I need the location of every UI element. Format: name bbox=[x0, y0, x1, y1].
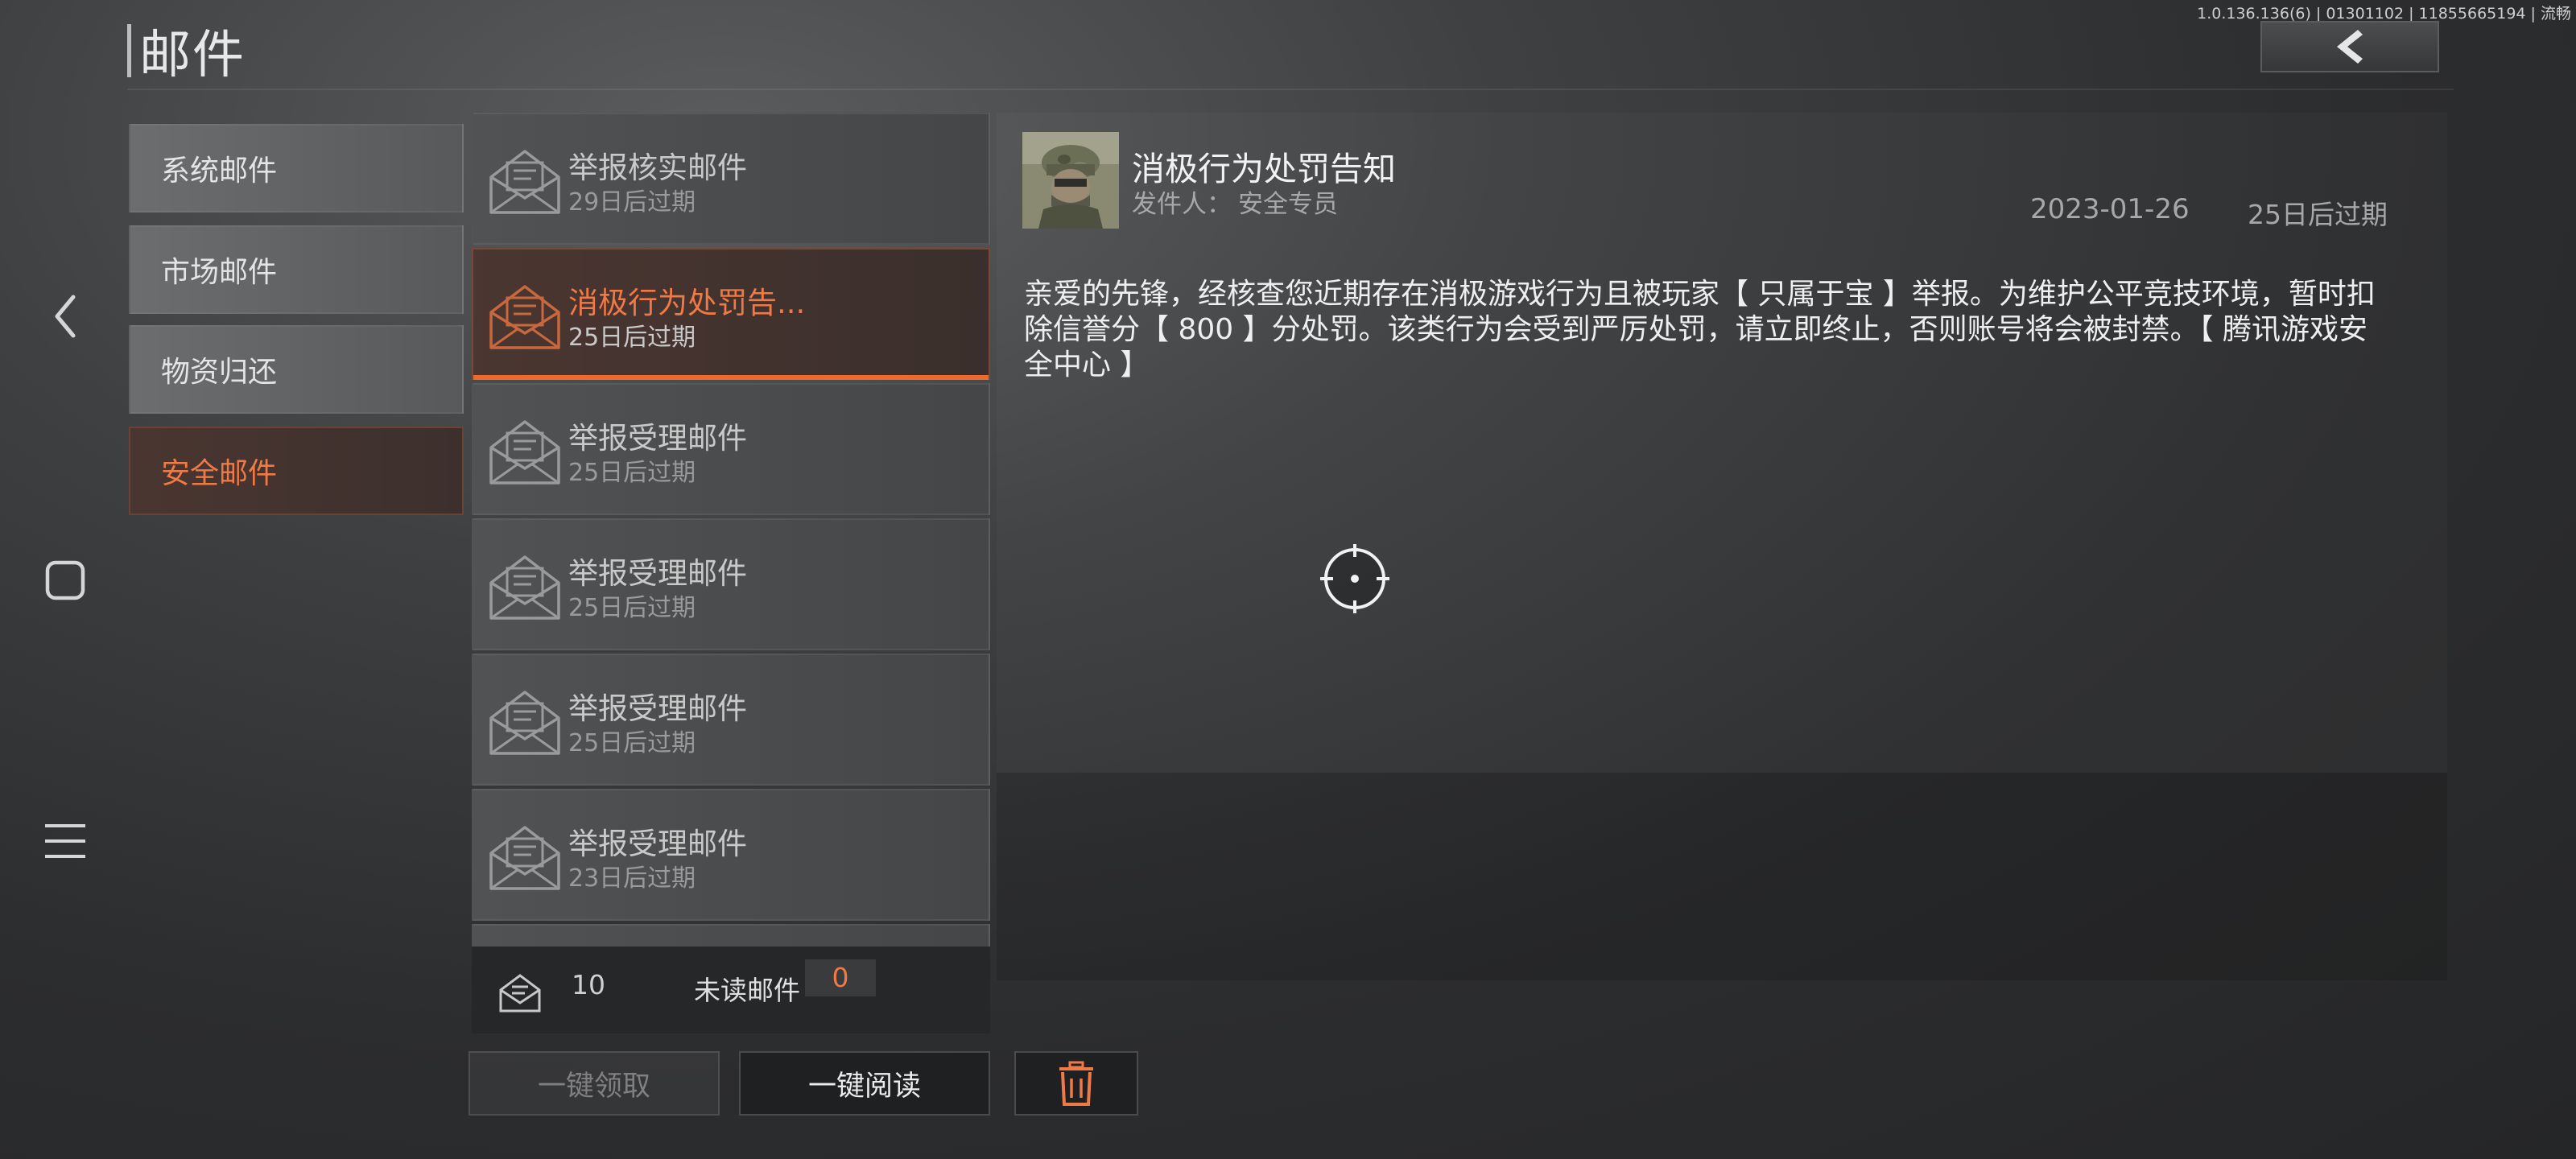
back-button[interactable] bbox=[2260, 21, 2439, 72]
mail-sender: 发件人： 安全专员 bbox=[1132, 184, 1338, 220]
mail-expiry: 23日后过期 bbox=[568, 864, 696, 893]
total-mail-count: 10 bbox=[572, 969, 605, 1000]
page-title: 邮件 bbox=[139, 26, 246, 85]
header-divider bbox=[127, 89, 2454, 90]
category-market-mail[interactable]: 市场邮件 bbox=[129, 225, 464, 314]
mail-body: 亲爱的先锋，经核查您近期存在消极游戏行为且被玩家【 只属于宝 】举报。为维护公平… bbox=[1024, 278, 2376, 382]
mail-date: 2023-01-26 bbox=[2030, 193, 2190, 225]
category-label: 安全邮件 bbox=[161, 457, 278, 490]
nav-menu-button[interactable] bbox=[39, 815, 92, 868]
sender-avatar bbox=[1022, 132, 1119, 229]
mail-expiry: 25日后过期 bbox=[568, 459, 696, 487]
mail-list-item[interactable]: 举报受理邮件 23日后过期 bbox=[472, 789, 990, 921]
unread-count: 0 bbox=[805, 959, 876, 996]
delete-button[interactable] bbox=[1014, 1051, 1138, 1116]
mail-list-item[interactable]: 举报核实邮件 29日后过期 bbox=[472, 113, 990, 245]
crosshair-cursor bbox=[1320, 544, 1389, 613]
nav-home-button[interactable] bbox=[39, 554, 92, 607]
mail-expiry: 29日后过期 bbox=[568, 188, 696, 217]
envelope-icon bbox=[489, 150, 560, 214]
version-info: 1.0.136.136(6) | 01301102 | 11855665194 … bbox=[2197, 5, 2571, 23]
page-header: 邮件 bbox=[127, 23, 246, 85]
mail-list-footer: 10 未读邮件 0 bbox=[472, 947, 990, 1033]
claim-all-button[interactable]: 一键领取 bbox=[469, 1051, 720, 1116]
chevron-left-icon bbox=[55, 295, 76, 338]
sender-name: 安全专员 bbox=[1238, 190, 1338, 219]
mail-expiry: 25日后过期 bbox=[568, 594, 696, 622]
mail-title: 举报核实邮件 bbox=[568, 151, 747, 185]
mail-detail-title: 消极行为处罚告知 bbox=[1132, 150, 1396, 188]
mail-expiry: 25日后过期 bbox=[568, 729, 696, 757]
read-all-label: 一键阅读 bbox=[807, 1070, 921, 1103]
mail-title: 举报受理邮件 bbox=[568, 556, 747, 591]
category-label: 物资归还 bbox=[161, 356, 278, 389]
envelope-icon bbox=[489, 691, 560, 755]
mail-title: 消极行为处罚告... bbox=[568, 286, 806, 320]
mail-detail-attachments-area bbox=[997, 773, 2447, 980]
category-system-mail[interactable]: 系统邮件 bbox=[129, 124, 464, 212]
envelope-icon bbox=[489, 555, 560, 620]
mail-title: 举报受理邮件 bbox=[568, 421, 747, 456]
unread-label: 未读邮件 bbox=[694, 975, 800, 1006]
trash-icon bbox=[1059, 1061, 1093, 1106]
hamburger-icon bbox=[45, 824, 85, 858]
mail-title: 举报受理邮件 bbox=[568, 827, 747, 861]
mail-list-item-selected[interactable]: 消极行为处罚告... 25日后过期 bbox=[472, 248, 990, 380]
mail-expiry-detail: 25日后过期 bbox=[2248, 199, 2388, 230]
envelope-stack-icon bbox=[499, 974, 541, 1013]
mail-list-item[interactable]: 举报受理邮件 25日后过期 bbox=[472, 518, 990, 650]
mail-list[interactable]: 举报核实邮件 29日后过期 消极行为处罚告... 25日后过期 举报受理邮件 2… bbox=[472, 113, 990, 947]
category-label: 系统邮件 bbox=[161, 155, 278, 188]
category-supply-return[interactable]: 物资归还 bbox=[129, 325, 464, 414]
mail-list-item-partial[interactable] bbox=[472, 924, 990, 947]
mail-expiry: 25日后过期 bbox=[568, 324, 696, 352]
envelope-icon bbox=[489, 826, 560, 890]
envelope-icon bbox=[489, 285, 560, 349]
claim-all-label: 一键领取 bbox=[537, 1070, 650, 1103]
mail-title: 举报受理邮件 bbox=[568, 691, 747, 726]
chevron-left-icon bbox=[2337, 30, 2363, 64]
envelope-icon bbox=[489, 420, 560, 485]
mail-list-item[interactable]: 举报受理邮件 25日后过期 bbox=[472, 383, 990, 515]
nav-back-button[interactable] bbox=[39, 290, 92, 343]
mail-list-item[interactable]: 举报受理邮件 25日后过期 bbox=[472, 654, 990, 786]
square-icon bbox=[45, 560, 85, 600]
title-accent-bar bbox=[127, 24, 131, 77]
read-all-button[interactable]: 一键阅读 bbox=[739, 1051, 990, 1116]
category-security-mail[interactable]: 安全邮件 bbox=[129, 427, 464, 515]
soldier-portrait-image bbox=[1022, 132, 1119, 229]
crosshair-icon bbox=[1320, 544, 1389, 613]
category-label: 市场邮件 bbox=[161, 256, 278, 289]
sender-label: 发件人： bbox=[1132, 190, 1232, 219]
